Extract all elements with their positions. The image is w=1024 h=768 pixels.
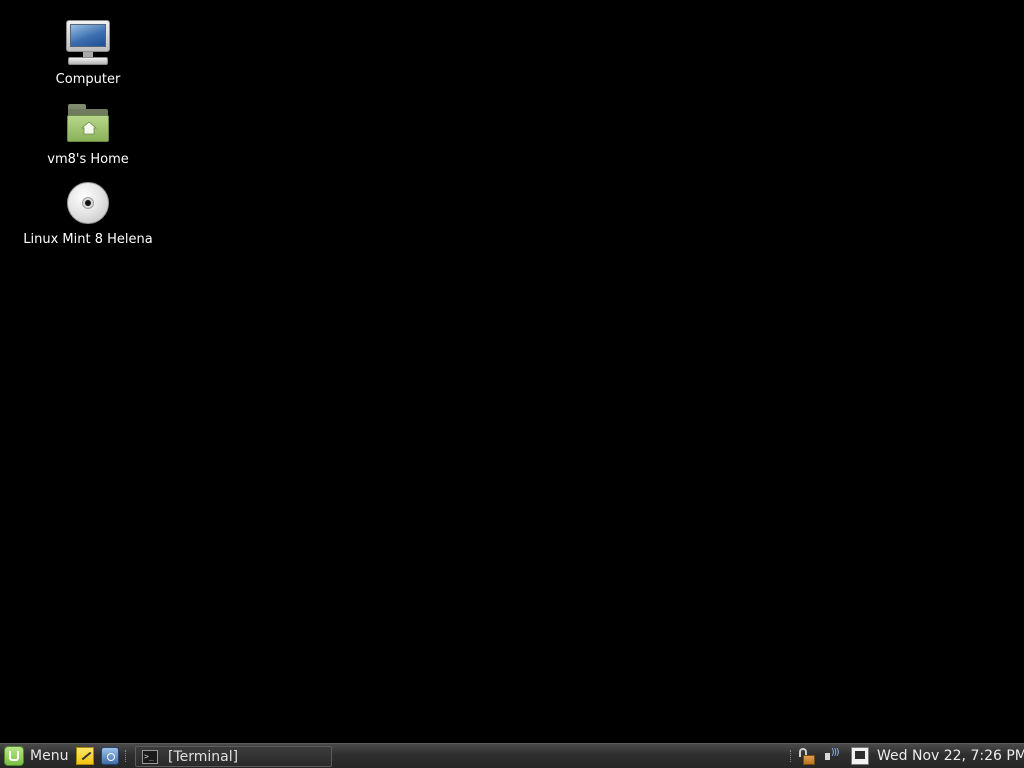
menu-button[interactable]: Menu	[4, 744, 74, 768]
tray-volume[interactable]	[823, 744, 841, 768]
launcher-text-editor[interactable]	[76, 744, 94, 768]
screenshot-icon	[101, 747, 119, 765]
text-editor-icon	[76, 747, 94, 765]
taskbar-label: [Terminal]	[168, 748, 239, 765]
panel-separator	[790, 750, 793, 762]
clock[interactable]: Wed Nov 22, 7:26 PM	[877, 744, 1024, 768]
bottom-panel: Menu >_ [Terminal] Wed Nov 22, 7:26 PM	[0, 743, 1024, 768]
cd-disc-icon	[64, 180, 112, 228]
network-icon	[851, 747, 869, 765]
computer-icon	[64, 20, 112, 68]
desktop-icon-label: Computer	[55, 72, 121, 87]
terminal-icon: >_	[142, 749, 158, 764]
volume-icon	[823, 747, 841, 765]
launcher-screenshot[interactable]	[101, 744, 119, 768]
desktop-icon-label: Linux Mint 8 Helena	[23, 232, 153, 247]
desktop: Computer vm8's Home Linux Mint 8 Helena	[0, 0, 1024, 743]
linux-mint-logo-icon	[4, 746, 24, 766]
menu-label: Menu	[30, 748, 69, 764]
home-folder-icon	[64, 100, 112, 148]
lock-icon	[798, 747, 816, 765]
desktop-icon-disc[interactable]: Linux Mint 8 Helena	[13, 180, 163, 247]
desktop-icon-computer[interactable]: Computer	[13, 20, 163, 87]
tray-lock[interactable]	[798, 744, 816, 768]
taskbar-button-terminal[interactable]: >_ [Terminal]	[135, 746, 332, 767]
tray-network[interactable]	[851, 744, 869, 768]
desktop-icon-home[interactable]: vm8's Home	[13, 100, 163, 167]
panel-separator	[125, 750, 128, 762]
desktop-icon-label: vm8's Home	[47, 152, 129, 167]
